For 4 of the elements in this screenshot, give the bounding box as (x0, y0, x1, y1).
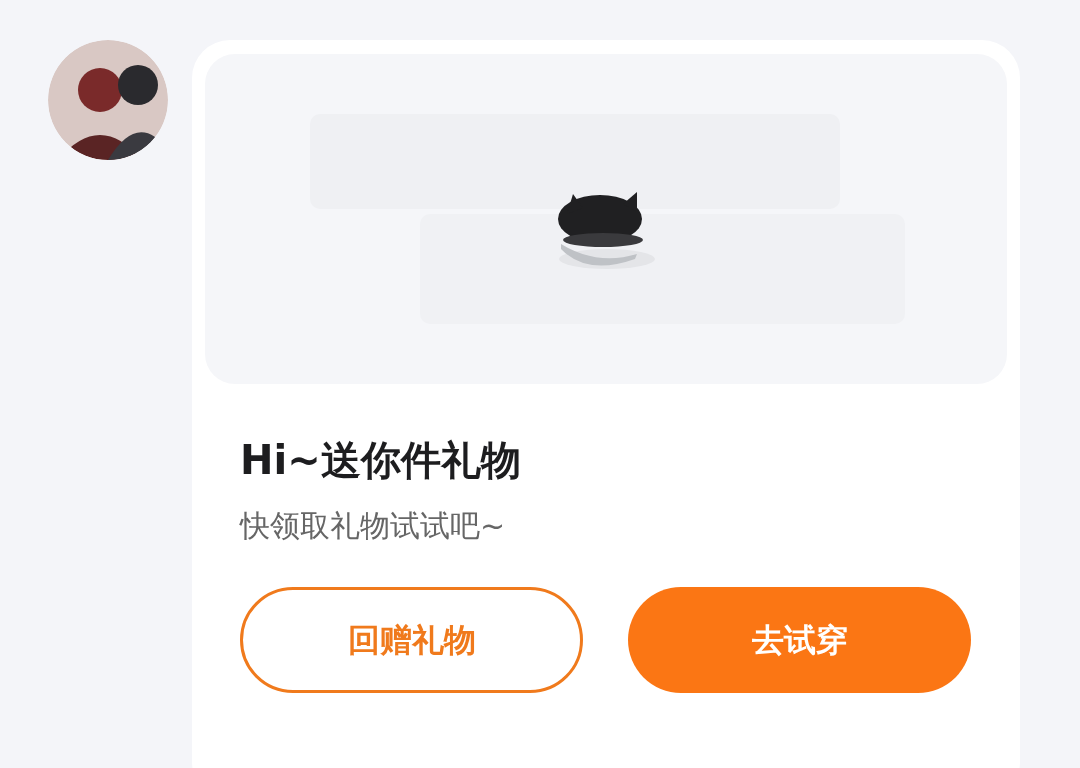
card-subtitle: 快领取礼物试试吧~ (240, 507, 507, 545)
try-on-button[interactable]: 去试穿 (628, 587, 971, 693)
card-title: Hi~送你件礼物 (240, 436, 522, 484)
return-gift-button[interactable]: 回赠礼物 (240, 587, 583, 693)
